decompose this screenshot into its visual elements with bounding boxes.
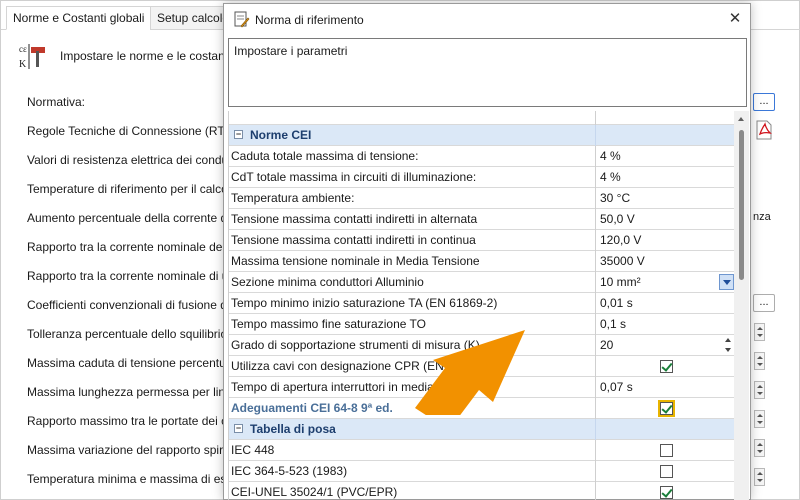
list-item[interactable]: Grado di sopportazione strumenti di misu… [229, 335, 734, 356]
description-box: Impostare i parametri [228, 38, 747, 107]
norma-riferimento-dialog: Norma di riferimento ✕ Impostare i param… [223, 3, 751, 500]
list-item[interactable]: Massima tensione nominale in Media Tensi… [229, 251, 734, 272]
dialog-titlebar: Norma di riferimento ✕ [224, 4, 750, 34]
cpr-checkbox[interactable] [660, 360, 673, 373]
list-item[interactable]: Tempo minimo inizio saturazione TA (EN 6… [229, 293, 734, 314]
label-lunghezza: Massima lunghezza permessa per line [27, 385, 232, 399]
list-item[interactable]: Utilizza cavi con designazione CPR (EN 5 [229, 356, 734, 377]
label-rapporto-1: Rapporto tra la corrente nominale dell [27, 240, 228, 254]
label-caduta: Massima caduta di tensione percentua [27, 356, 233, 370]
grado-spinner[interactable] [723, 336, 734, 354]
iec448-checkbox[interactable] [660, 444, 673, 457]
list-item[interactable]: CdT totale massima in circuiti di illumi… [229, 167, 734, 188]
list-item[interactable]: Caduta totale massima di tensione: 4 % [229, 146, 734, 167]
collapse-icon[interactable]: − [234, 424, 243, 434]
list-item[interactable]: Tensione massima contatti indiretti in c… [229, 230, 734, 251]
vertical-scrollbar[interactable] [734, 111, 749, 500]
list-item[interactable]: IEC 364-5-523 (1983) [229, 461, 734, 482]
document-edit-icon [234, 11, 250, 28]
label-rapporto-2: Rapporto tra la corrente nominale di u [27, 269, 229, 283]
label-temperatura-min-max: Temperatura minima e massima di ese [27, 472, 234, 486]
temperatura-spinner[interactable] [754, 468, 765, 486]
list-item[interactable]: IEC 448 [229, 440, 734, 461]
coefficienti-browse-button[interactable]: ... [753, 294, 775, 312]
tab-norme-costanti[interactable]: Norme e Costanti globali [6, 6, 152, 30]
list-item[interactable]: Tensione massima contatti indiretti in a… [229, 209, 734, 230]
scrollbar-thumb[interactable] [739, 130, 744, 280]
iec364-checkbox[interactable] [660, 465, 673, 478]
sezione-value: 10 mm² [600, 275, 641, 289]
normativa-browse-button[interactable]: ... [753, 93, 775, 111]
truncated-label-fragment: nza [753, 211, 771, 223]
label-rtc: Regole Tecniche di Connessione (RTC): [27, 124, 241, 138]
norms-constants-icon: cε K [19, 44, 45, 70]
list-item[interactable]: Adeguamenti CEI 64-8 9ª ed. [229, 398, 734, 419]
list-item[interactable]: Tempo di apertura interruttori in media … [229, 377, 734, 398]
label-temperature: Temperature di riferimento per il calcol… [27, 182, 238, 196]
collapse-icon[interactable]: − [234, 130, 243, 140]
category-label: Norme CEI [250, 128, 312, 142]
dropdown-button[interactable] [719, 274, 734, 290]
svg-text:K: K [19, 59, 27, 70]
label-aumento: Aumento percentuale della corrente di [27, 211, 230, 225]
caduta-spinner[interactable] [754, 352, 765, 370]
label-variazione: Massima variazione del rapporto spire [27, 443, 230, 457]
portate-spinner[interactable] [754, 410, 765, 428]
list-item[interactable]: Sezione minima conduttori Alluminio 10 m… [229, 272, 734, 293]
list-item[interactable]: Temperatura ambiente: 30 °C [229, 188, 734, 209]
property-grid: − Norme CEI Caduta totale massima di tens… [228, 111, 734, 500]
close-button[interactable]: ✕ [722, 8, 748, 30]
adeguamenti-checkbox[interactable] [658, 400, 675, 417]
list-item[interactable]: Tempo massimo fine saturazione TO 0,1 s [229, 314, 734, 335]
label-portate: Rapporto massimo tra le portate dei c [27, 414, 228, 428]
tolleranza-spinner[interactable] [754, 323, 765, 341]
svg-text:cε: cε [19, 44, 27, 54]
category-norme-cei[interactable]: − Norme CEI [229, 125, 734, 146]
cei-unel-checkbox[interactable] [660, 486, 673, 499]
label-coefficienti: Coefficienti convenzionali di fusione d [27, 298, 227, 312]
label-resistenza: Valori di resistenza elettrica dei condu… [27, 153, 235, 167]
list-item[interactable]: CEI-UNEL 35024/1 (PVC/EPR) [229, 482, 734, 500]
pdf-icon[interactable] [755, 120, 773, 140]
variazione-spinner[interactable] [754, 439, 765, 457]
grid-header-row [229, 111, 734, 125]
scroll-up-arrow-icon[interactable] [738, 117, 744, 121]
label-normativa: Normativa: [27, 95, 86, 109]
grado-value: 20 [600, 338, 614, 352]
category-label: Tabella di posa [250, 422, 336, 436]
lunghezza-spinner[interactable] [754, 381, 765, 399]
category-tabella-posa[interactable]: − Tabella di posa [229, 419, 734, 440]
dialog-title: Norma di riferimento [255, 13, 364, 27]
label-tolleranza: Tolleranza percentuale dello squilibrio [27, 327, 228, 341]
header-description: Impostare le norme e le costanti [60, 49, 231, 63]
